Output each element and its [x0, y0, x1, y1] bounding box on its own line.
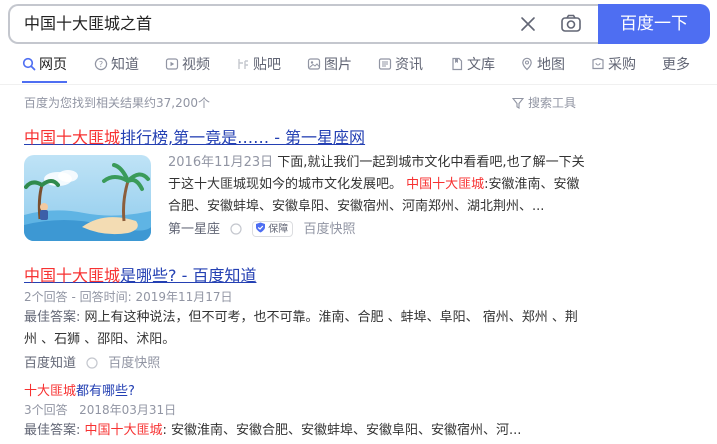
active-tab-indicator: [22, 81, 67, 83]
result-2-source-line: 百度知道 百度快照: [24, 355, 160, 373]
clear-icon[interactable]: [519, 15, 537, 33]
map-pin-icon: [522, 57, 532, 71]
related-question-text: 都有哪些?: [76, 384, 135, 399]
tab-news[interactable]: 资讯: [378, 54, 423, 78]
guarantee-badge[interactable]: 保障: [252, 220, 294, 237]
search-button[interactable]: 百度一下: [598, 4, 710, 44]
search-tools-button[interactable]: 搜索工具: [511, 94, 577, 111]
result-count: 百度为您找到相关结果约37,200个: [24, 96, 210, 110]
search-tools-label: 搜索工具: [528, 96, 577, 110]
tab-purchase[interactable]: 采购: [591, 54, 636, 78]
result-2-meta: 2个回答 - 回答时间: 2019年11月17日: [24, 290, 233, 304]
search-box[interactable]: [8, 4, 608, 44]
snapshot-link[interactable]: 百度快照: [108, 356, 160, 371]
result-title-highlight: 中国十大匪城: [24, 266, 121, 285]
result-source: 百度知道: [24, 356, 77, 371]
result-1-thumbnail[interactable]: [24, 155, 151, 241]
result-2-title-link[interactable]: 中国十大匪城是哪些? - 百度知道: [24, 262, 256, 286]
svg-text:?: ?: [99, 60, 103, 69]
tieba-icon: [238, 59, 248, 69]
tab-image[interactable]: 图片: [307, 54, 352, 78]
question-icon: ?: [94, 57, 108, 71]
best-answer-label: 最佳答案:: [24, 423, 85, 438]
result-source: 第一星座: [168, 222, 221, 237]
tab-map[interactable]: 地图: [520, 54, 565, 78]
tab-wenku[interactable]: 文库: [450, 54, 495, 78]
related-question-link[interactable]: 十大匪城都有哪些?: [24, 380, 135, 399]
tab-label: 视频: [182, 57, 210, 73]
shield-check-icon: [256, 222, 266, 233]
search-bar: 百度一下: [8, 4, 710, 44]
document-icon: [452, 57, 463, 71]
snippet-highlight: 中国十大匪城: [406, 177, 485, 192]
tab-label: 地图: [537, 57, 565, 73]
image-icon: [307, 58, 321, 70]
tabs-divider: [0, 84, 717, 85]
filter-icon: [511, 97, 525, 109]
best-answer-text: : 安徽淮南、安徽合肥、安徽蚌埠、安徽阜阳、安徽宿州、河...: [162, 423, 522, 438]
best-answer-highlight: 中国十大匪城: [84, 423, 163, 438]
shopping-icon: [592, 57, 604, 70]
badge-label: 保障: [268, 223, 289, 235]
result-title-text: 是哪些? - 百度知道: [120, 266, 257, 285]
tab-video[interactable]: 视频: [165, 54, 210, 78]
tab-label: 网页: [39, 57, 67, 73]
best-answer-label: 最佳答案:: [24, 310, 85, 325]
related-question-meta: 3个回答 2018年03月31日: [24, 403, 177, 417]
news-icon: [378, 58, 392, 70]
video-icon: [165, 58, 179, 70]
result-1-snippet: 2016年11月23日 下面,就让我们一起到城市文化中看看吧,也了解一下关于这十…: [168, 152, 588, 218]
result-2-best-answer: 最佳答案: 网上有这种说法，但不可考，也不可靠。淮南、合肥 、蚌埠、阜阳、 宿州…: [24, 307, 584, 351]
search-icon: [22, 57, 36, 71]
tab-more[interactable]: 更多: [662, 54, 690, 78]
search-input[interactable]: [24, 6, 504, 42]
tab-label: 图片: [324, 57, 352, 73]
gray-dot-icon: [230, 222, 242, 235]
related-question-best-answer: 最佳答案: 中国十大匪城: 安徽淮南、安徽合肥、安徽蚌埠、安徽阜阳、安徽宿州、河…: [24, 420, 584, 442]
result-1-title-link[interactable]: 中国十大匪城排行榜,第一竟是…… - 第一星座网: [24, 124, 365, 148]
tab-label: 贴吧: [253, 57, 281, 73]
tab-label: 资讯: [395, 57, 423, 73]
tab-tieba[interactable]: 贴吧: [236, 54, 281, 78]
best-answer-text: 网上有这种说法，但不可考，也不可靠。淮南、合肥 、蚌埠、阜阳、 宿州、郑州 、荆…: [24, 310, 578, 347]
snapshot-link[interactable]: 百度快照: [303, 222, 355, 237]
tab-web[interactable]: 网页: [22, 54, 67, 83]
tab-label: 采购: [608, 57, 636, 73]
result-1-source-line: 第一星座 保障 百度快照: [168, 220, 355, 239]
related-question-highlight: 十大匪城: [24, 384, 77, 399]
tab-zhidao[interactable]: ? 知道: [94, 54, 139, 78]
search-tabs: 网页 ? 知道 视频 贴吧 图片 资讯 文库 地图 采购 更多: [22, 54, 712, 83]
camera-icon[interactable]: [560, 13, 582, 35]
tab-label: 文库: [467, 57, 495, 73]
gray-dot-icon: [86, 356, 98, 369]
result-date: 2016年11月23日: [168, 155, 274, 170]
result-title-text: 排行榜,第一竟是…… - 第一星座网: [120, 128, 366, 147]
tab-label: 知道: [111, 57, 139, 73]
result-title-highlight: 中国十大匪城: [24, 128, 121, 147]
beach-illustration-image: [24, 155, 151, 241]
tab-label: 更多: [662, 57, 690, 73]
